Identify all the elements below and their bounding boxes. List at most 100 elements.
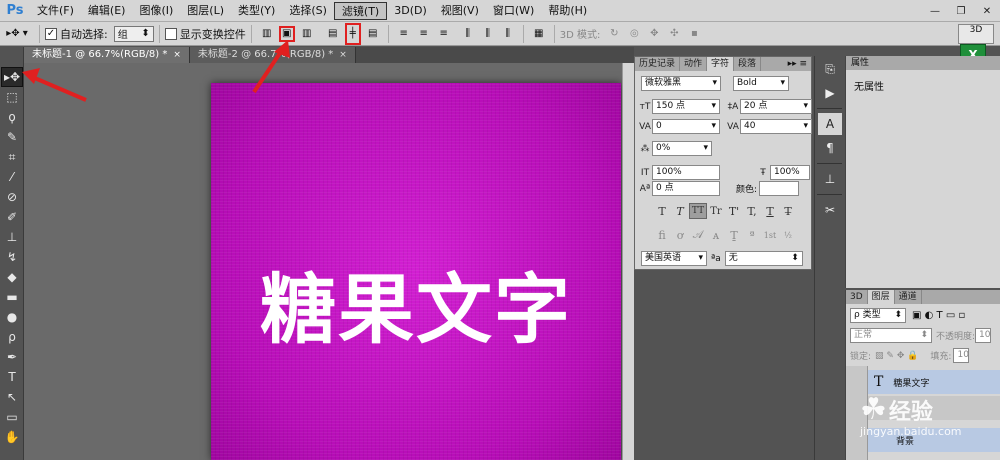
align-left-icon[interactable]: ▤ bbox=[325, 26, 341, 42]
move-tool-preset-icon[interactable]: ▸✥ ▾ bbox=[2, 26, 32, 42]
kerning-field[interactable]: 0 ▾ bbox=[652, 119, 720, 134]
close-icon[interactable]: × bbox=[173, 47, 181, 63]
eraser-tool-icon[interactable]: ◆ bbox=[1, 267, 23, 287]
fill-field[interactable]: 100 bbox=[953, 348, 970, 363]
faux-italic-button[interactable]: T bbox=[671, 203, 689, 219]
ordinals-icon[interactable]: ª bbox=[743, 227, 761, 243]
strikethrough-button[interactable]: T̶ bbox=[779, 203, 797, 219]
subscript-button[interactable]: T, bbox=[743, 203, 761, 219]
tab-3d[interactable]: 3D bbox=[846, 290, 868, 304]
maximize-icon[interactable]: ❐ bbox=[948, 0, 974, 22]
language-select[interactable]: 美国英语 ▾ bbox=[641, 251, 707, 266]
hand-tool-icon[interactable]: ✋ bbox=[1, 427, 23, 447]
tab-history[interactable]: 历史记录 bbox=[635, 57, 681, 71]
stylistic-icon[interactable]: ᴀ bbox=[707, 227, 725, 243]
auto-select-dropdown[interactable]: 组 ⬍ bbox=[113, 25, 154, 42]
menu-edit[interactable]: 编辑(E) bbox=[81, 2, 133, 20]
ligature-icon[interactable]: ﬁ bbox=[653, 227, 671, 243]
layer-row-text[interactable]: T 糖果文字 bbox=[868, 370, 1000, 394]
old-style-icon[interactable]: ơ bbox=[671, 227, 689, 243]
roll-3d-icon[interactable]: ◎ bbox=[626, 26, 642, 42]
tab-channels[interactable]: 通道 bbox=[895, 290, 922, 304]
pen-tool-icon[interactable]: ✒ bbox=[1, 347, 23, 367]
lock-icons[interactable]: ▧ ✎ ✥ 🔒 bbox=[875, 351, 918, 361]
tab-paragraph[interactable]: 段落 bbox=[734, 57, 762, 71]
small-caps-button[interactable]: Tr bbox=[707, 203, 725, 219]
underline-button[interactable]: T bbox=[761, 203, 779, 219]
swash-icon[interactable]: 𝒜 bbox=[689, 227, 707, 243]
font-family-select[interactable]: 微软雅黑 ▾ bbox=[641, 76, 721, 91]
healing-brush-tool-icon[interactable]: ⊘ bbox=[1, 187, 23, 207]
panel-menu-icon[interactable]: ▸▸ ≡ bbox=[788, 57, 811, 71]
menu-image[interactable]: 图像(I) bbox=[132, 2, 180, 20]
rotate-3d-icon[interactable]: ↻ bbox=[606, 26, 622, 42]
faux-bold-button[interactable]: T bbox=[653, 203, 671, 219]
character-icon[interactable]: A bbox=[818, 113, 842, 135]
tab-character[interactable]: 字符 bbox=[707, 57, 735, 71]
color-swatch[interactable] bbox=[759, 181, 800, 196]
paragraph-icon[interactable]: ¶ bbox=[818, 137, 842, 159]
menu-window[interactable]: 窗口(W) bbox=[486, 2, 541, 20]
tab-layers[interactable]: 图层 bbox=[867, 290, 895, 304]
align-right-icon[interactable]: ▤ bbox=[365, 26, 381, 42]
align-bottom-icon[interactable]: ▥ bbox=[299, 26, 315, 42]
slide-3d-icon[interactable]: ✣ bbox=[666, 26, 682, 42]
path-select-tool-icon[interactable]: ↖ bbox=[1, 387, 23, 407]
tool-presets-icon[interactable]: ⊥ bbox=[818, 168, 842, 190]
clone-stamp-tool-icon[interactable]: ⊥ bbox=[1, 227, 23, 247]
distribute-left-icon[interactable]: ⫼ bbox=[460, 26, 476, 42]
drag-3d-icon[interactable]: ✥ bbox=[646, 26, 662, 42]
distribute-right-icon[interactable]: ⫼ bbox=[500, 26, 516, 42]
opacity-field[interactable]: 100 bbox=[975, 328, 992, 343]
horizontal-scale-field[interactable]: 100% bbox=[770, 165, 810, 180]
menu-view[interactable]: 视图(V) bbox=[434, 2, 486, 20]
minimize-icon[interactable]: — bbox=[922, 0, 948, 22]
distribute-vcenter-icon[interactable]: ≡ bbox=[416, 26, 432, 42]
align-horizontal-center-icon[interactable]: ╪ bbox=[344, 22, 361, 45]
vertical-scrollbar[interactable] bbox=[622, 63, 634, 460]
layer-filter-icons[interactable]: ▣ ◐ T ▭ ▫ bbox=[912, 310, 965, 321]
tab-actions[interactable]: 动作 bbox=[680, 57, 708, 71]
tracking-field[interactable]: 40 ▾ bbox=[740, 119, 812, 134]
vertical-scale-field[interactable]: 100% bbox=[652, 165, 720, 180]
fractions-icon[interactable]: ½ bbox=[779, 227, 797, 243]
distribute-top-icon[interactable]: ≡ bbox=[396, 26, 412, 42]
eyedropper-tool-icon[interactable]: ⁄ bbox=[1, 167, 23, 187]
brush-tool-icon[interactable]: ✐ bbox=[1, 207, 23, 227]
lasso-tool-icon[interactable]: ϙ bbox=[1, 107, 23, 127]
tools-icon[interactable]: ✂ bbox=[818, 199, 842, 221]
blend-mode-select[interactable]: 正常 ⬍ bbox=[850, 328, 932, 343]
titling-icon[interactable]: Ṯ bbox=[725, 227, 743, 243]
menu-file[interactable]: 文件(F) bbox=[30, 2, 81, 20]
close-icon[interactable]: × bbox=[339, 47, 347, 63]
all-caps-button[interactable]: TT bbox=[689, 203, 707, 219]
workspace-switcher[interactable]: 3D bbox=[958, 24, 994, 44]
gradient-tool-icon[interactable]: ▬ bbox=[1, 287, 23, 307]
menu-help[interactable]: 帮助(H) bbox=[541, 2, 594, 20]
history-brush-tool-icon[interactable]: ↯ bbox=[1, 247, 23, 267]
menu-3d[interactable]: 3D(D) bbox=[387, 2, 434, 20]
show-transform-checkbox[interactable] bbox=[164, 27, 177, 40]
leading-field[interactable]: 20 点 ▾ bbox=[740, 99, 812, 114]
tsume-field[interactable]: 0% ▾ bbox=[652, 141, 712, 156]
crop-tool-icon[interactable]: ⌗ bbox=[1, 147, 23, 167]
menu-type[interactable]: 类型(Y) bbox=[231, 2, 282, 20]
distribute-bottom-icon[interactable]: ≡ bbox=[436, 26, 452, 42]
menu-select[interactable]: 选择(S) bbox=[282, 2, 334, 20]
shape-tool-icon[interactable]: ▭ bbox=[1, 407, 23, 427]
superscript-button[interactable]: T' bbox=[725, 203, 743, 219]
quick-select-tool-icon[interactable]: ✎ bbox=[1, 127, 23, 147]
superscript-ordinal-icon[interactable]: 1st bbox=[761, 227, 779, 243]
font-style-select[interactable]: Bold ▾ bbox=[733, 76, 789, 91]
canvas-area[interactable]: 糖果文字 bbox=[24, 63, 634, 460]
auto-select-checkbox[interactable]: ✓ bbox=[45, 27, 57, 40]
canvas-text-layer[interactable]: 糖果文字 bbox=[211, 248, 621, 358]
dodge-tool-icon[interactable]: ρ bbox=[1, 327, 23, 347]
blur-tool-icon[interactable]: ● bbox=[1, 307, 23, 327]
font-size-field[interactable]: 150 点 ▾ bbox=[652, 99, 720, 114]
scale-3d-icon[interactable]: ▪ bbox=[686, 26, 702, 42]
menu-filter[interactable]: 滤镜(T) bbox=[333, 1, 388, 20]
properties-panel-title[interactable]: 属性 bbox=[846, 56, 1000, 70]
layer-kind-filter[interactable]: ρ 类型 ⬍ bbox=[850, 308, 906, 323]
actions-play-icon[interactable]: ▶ bbox=[818, 82, 842, 104]
